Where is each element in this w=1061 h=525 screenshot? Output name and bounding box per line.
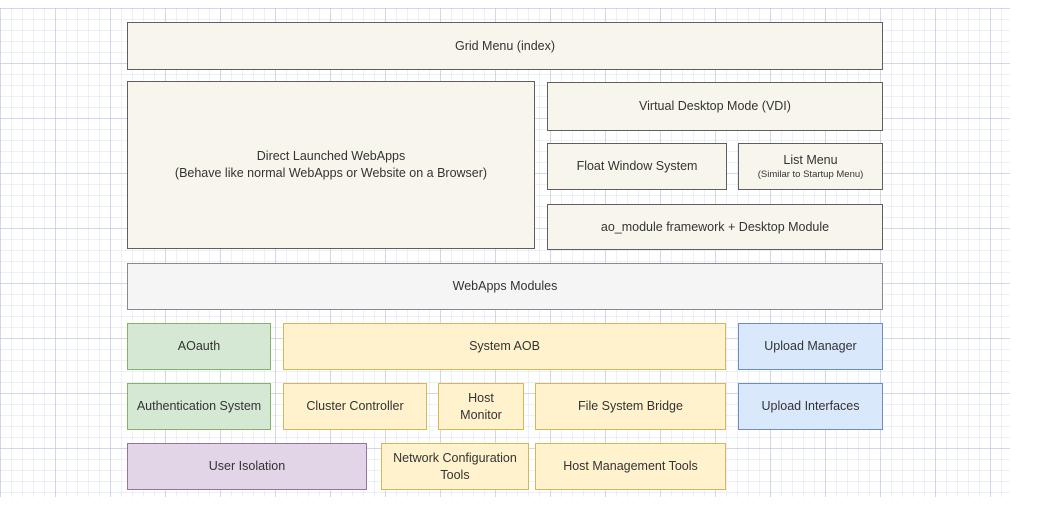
box-label: Host Monitor [447,390,515,424]
box-label: WebApps Modules [453,278,558,295]
box-label-line1: Direct Launched WebApps [257,149,405,163]
box-label-title: List Menu [783,153,837,167]
box-label: System AOB [469,338,540,355]
box-list-menu: List Menu (Similar to Startup Menu) [738,143,883,190]
box-label: Upload Interfaces [762,398,860,415]
box-label: Grid Menu (index) [455,38,555,55]
box-aoauth: AOauth [127,323,271,370]
box-label: Upload Manager [764,338,856,355]
diagram-canvas: Grid Menu (index) Direct Launched WebApp… [0,8,1010,497]
box-host-management-tools: Host Management Tools [535,443,726,490]
box-label: AOauth [178,338,220,355]
box-direct-launched-webapps: Direct Launched WebApps (Behave like nor… [127,81,535,249]
box-authentication-system: Authentication System [127,383,271,430]
box-label-subtitle: (Similar to Startup Menu) [758,169,864,181]
box-label: Host Management Tools [563,458,698,475]
box-host-monitor: Host Monitor [438,383,524,430]
box-label: Authentication System [137,398,261,415]
box-grid-menu: Grid Menu (index) [127,22,883,70]
box-label: ao_module framework + Desktop Module [601,219,829,236]
box-network-configuration-tools: Network Configuration Tools [381,443,529,490]
box-upload-interfaces: Upload Interfaces [738,383,883,430]
box-label: Virtual Desktop Mode (VDI) [639,98,791,115]
box-label: Network Configuration Tools [390,450,520,484]
box-system-aob: System AOB [283,323,726,370]
box-ao-module-framework: ao_module framework + Desktop Module [547,204,883,250]
box-cluster-controller: Cluster Controller [283,383,427,430]
box-label: User Isolation [209,458,285,475]
box-upload-manager: Upload Manager [738,323,883,370]
box-label: List Menu (Similar to Startup Menu) [758,152,864,181]
box-label: Float Window System [577,158,698,175]
box-label-line2: (Behave like normal WebApps or Website o… [175,166,487,180]
box-webapps-modules: WebApps Modules [127,263,883,310]
box-label: Cluster Controller [306,398,403,415]
box-virtual-desktop-mode: Virtual Desktop Mode (VDI) [547,82,883,131]
box-user-isolation: User Isolation [127,443,367,490]
box-label: File System Bridge [578,398,683,415]
box-label: Direct Launched WebApps (Behave like nor… [175,148,487,182]
box-float-window-system: Float Window System [547,143,727,190]
box-file-system-bridge: File System Bridge [535,383,726,430]
